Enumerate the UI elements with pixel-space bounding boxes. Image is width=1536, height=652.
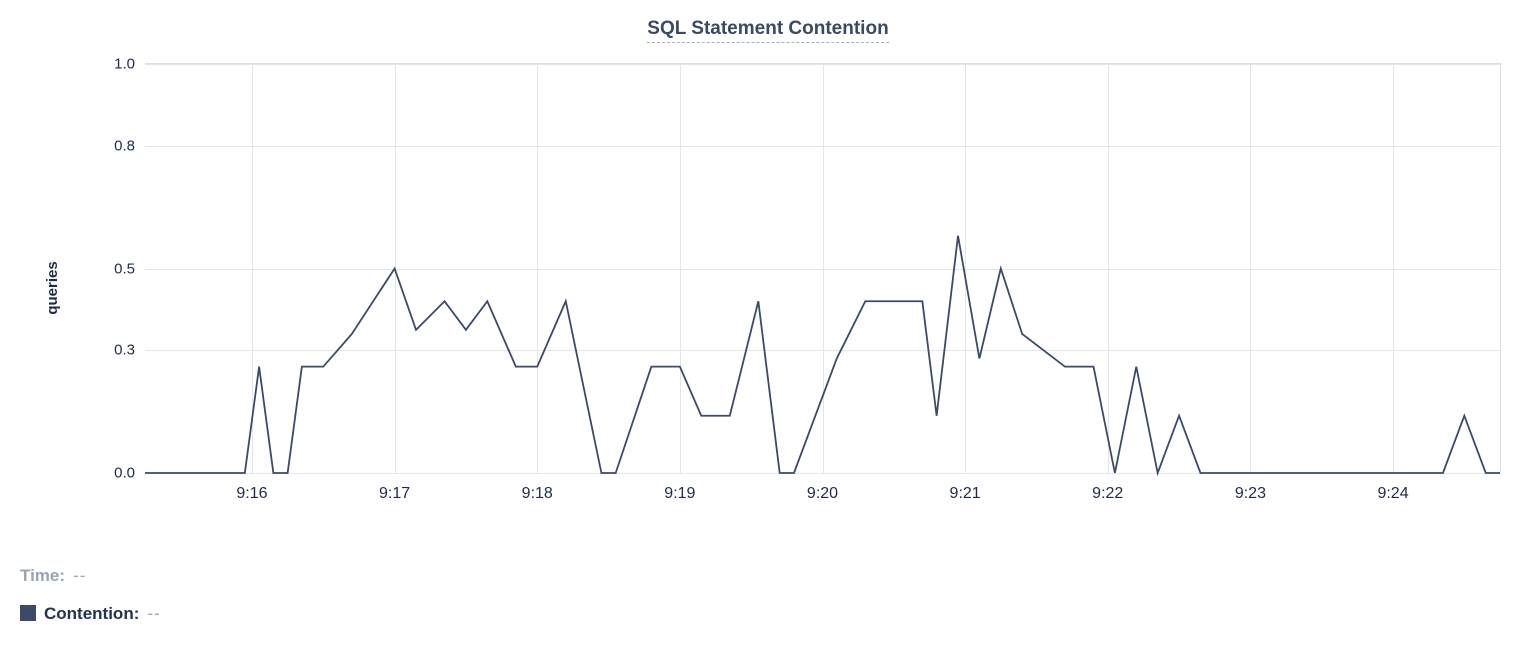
x-tick: 9:23 — [1235, 485, 1266, 503]
legend-time-label: Time: — [20, 557, 65, 594]
x-tick: 9:20 — [807, 485, 838, 503]
series-line — [145, 64, 1500, 473]
x-tick: 9:19 — [664, 485, 695, 503]
chart-area[interactable]: queries 0.00.30.50.81.09:169:179:189:199… — [20, 53, 1516, 523]
y-tick: 0.5 — [114, 260, 135, 277]
x-tick: 9:21 — [950, 485, 981, 503]
legend-swatch-icon — [20, 605, 36, 621]
legend: Time: -- Contention: -- — [20, 557, 161, 632]
legend-series-label: Contention: — [44, 595, 139, 632]
y-tick: 0.0 — [114, 465, 135, 482]
plot-region[interactable]: 0.00.30.50.81.09:169:179:189:199:209:219… — [145, 63, 1501, 473]
x-tick: 9:22 — [1092, 485, 1123, 503]
y-tick: 1.0 — [114, 56, 135, 73]
chart-title: SQL Statement Contention — [647, 18, 888, 43]
y-tick: 0.8 — [114, 137, 135, 154]
y-tick: 0.3 — [114, 342, 135, 359]
legend-series-row: Contention: -- — [20, 595, 161, 632]
legend-time-value: -- — [73, 557, 86, 594]
x-tick: 9:16 — [236, 485, 267, 503]
x-tick: 9:24 — [1377, 485, 1408, 503]
x-tick: 9:17 — [379, 485, 410, 503]
y-axis-label: queries — [44, 261, 61, 314]
x-tick: 9:18 — [522, 485, 553, 503]
legend-series-value: -- — [147, 595, 160, 632]
legend-time-row: Time: -- — [20, 557, 161, 594]
